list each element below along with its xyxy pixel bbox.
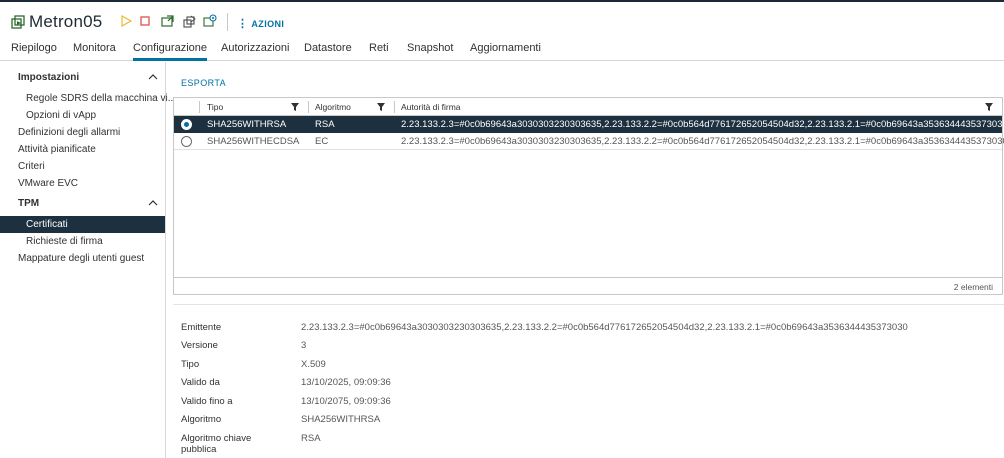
sidebar-item-opzioni-vapp[interactable]: Opzioni di vApp bbox=[26, 110, 96, 121]
sidebar-item-attivita-pianificate[interactable]: Attività pianificate bbox=[18, 144, 96, 155]
row-radio-button[interactable] bbox=[181, 136, 192, 147]
tab-riepilogo[interactable]: Riepilogo bbox=[11, 42, 57, 61]
grid-footer: 2 elementi bbox=[174, 277, 1002, 294]
tab-reti[interactable]: Reti bbox=[369, 42, 389, 61]
cell-autorita: 2.23.133.2.3=#0c0b69643a3030303230303635… bbox=[401, 119, 1004, 130]
sidebar-item-vmware-evc[interactable]: VMware EVC bbox=[18, 178, 78, 189]
vm-title: Metron05 bbox=[29, 12, 103, 31]
migrate-button[interactable] bbox=[182, 14, 196, 28]
detail-label-versione: Versione bbox=[181, 340, 218, 351]
tab-monitora[interactable]: Monitora bbox=[73, 42, 116, 61]
sidebar-selection-highlight bbox=[0, 216, 165, 233]
chevron-up-icon[interactable] bbox=[148, 73, 158, 81]
filter-icon[interactable] bbox=[985, 103, 993, 111]
settings-sidebar: Impostazioni Regole SDRS della macchina … bbox=[0, 62, 176, 458]
detail-value-algoritmo-chiave: RSA bbox=[301, 433, 321, 444]
more-vertical-icon: ⋮ bbox=[237, 18, 249, 30]
cell-algoritmo: RSA bbox=[315, 119, 335, 130]
cell-tipo: SHA256WITHRSA bbox=[207, 119, 287, 130]
grid-header: Tipo Algoritmo Autorità di firma bbox=[174, 98, 1002, 116]
table-row[interactable]: SHA256WITHRSA RSA 2.23.133.2.3=#0c0b6964… bbox=[174, 116, 1004, 133]
filter-icon[interactable] bbox=[377, 103, 385, 111]
filter-icon[interactable] bbox=[291, 103, 299, 111]
column-divider bbox=[394, 101, 395, 113]
actions-menu-button[interactable]: ⋮ AZIONI bbox=[237, 17, 284, 30]
detail-label-algoritmo-chiave: Algoritmo chiave pubblica bbox=[181, 433, 252, 455]
item-count: 2 elementi bbox=[953, 282, 993, 292]
column-divider bbox=[199, 101, 200, 113]
column-header-tipo[interactable]: Tipo bbox=[207, 102, 223, 112]
tab-bar: Riepilogo Monitora Configurazione Autori… bbox=[0, 40, 1004, 61]
toolbar-separator bbox=[227, 13, 228, 31]
cell-tipo: SHA256WITHECDSA bbox=[207, 136, 300, 147]
sidebar-group-tpm[interactable]: TPM bbox=[18, 198, 39, 209]
stop-icon bbox=[140, 16, 150, 26]
row-radio-button[interactable] bbox=[181, 119, 192, 130]
column-header-algoritmo[interactable]: Algoritmo bbox=[315, 102, 351, 112]
detail-label-tipo: Tipo bbox=[181, 359, 200, 370]
certificates-grid: Tipo Algoritmo Autorità di firma SHA256W… bbox=[173, 97, 1004, 295]
table-row[interactable]: SHA256WITHECDSA EC 2.23.133.2.3=#0c0b696… bbox=[174, 133, 1004, 150]
object-header: Metron05 ⋮ AZIONI bbox=[0, 2, 1004, 38]
tab-aggiornamenti[interactable]: Aggiornamenti bbox=[470, 42, 541, 61]
tab-autorizzazioni[interactable]: Autorizzazioni bbox=[221, 42, 289, 61]
sidebar-item-regole-sdrs[interactable]: Regole SDRS della macchina vi... bbox=[26, 93, 176, 104]
tab-snapshot[interactable]: Snapshot bbox=[407, 42, 453, 61]
detail-value-emittente: 2.23.133.2.3=#0c0b69643a3030303230303635… bbox=[301, 322, 908, 333]
detail-value-valido-da: 13/10/2025, 09:09:36 bbox=[301, 377, 391, 388]
detail-label-valido-da: Valido da bbox=[181, 377, 220, 388]
sidebar-group-impostazioni[interactable]: Impostazioni bbox=[18, 72, 79, 83]
sidebar-item-certificati[interactable]: Certificati bbox=[26, 219, 68, 230]
power-on-button[interactable] bbox=[119, 14, 133, 28]
cell-algoritmo: EC bbox=[315, 136, 329, 147]
column-header-autorita-firma[interactable]: Autorità di firma bbox=[401, 102, 461, 112]
detail-value-versione: 3 bbox=[301, 340, 307, 351]
sidebar-item-criteri[interactable]: Criteri bbox=[18, 161, 45, 172]
detail-value-algoritmo: SHA256WITHRSA bbox=[301, 414, 381, 425]
tab-configurazione[interactable]: Configurazione bbox=[133, 42, 207, 61]
migrate-icon bbox=[182, 15, 196, 28]
detail-value-tipo: X.509 bbox=[301, 359, 326, 370]
column-divider bbox=[308, 101, 309, 113]
launch-console-icon bbox=[160, 14, 174, 27]
snapshot-settings-icon bbox=[203, 14, 217, 27]
detail-value-valido-fino-a: 13/10/2075, 09:09:36 bbox=[301, 396, 391, 407]
launch-console-button[interactable] bbox=[160, 14, 174, 28]
detail-label-emittente: Emittente bbox=[181, 322, 222, 333]
export-button[interactable]: ESPORTA bbox=[181, 78, 226, 88]
details-divider bbox=[173, 304, 1004, 305]
sidebar-item-definizioni-allarmi[interactable]: Definizioni degli allarmi bbox=[18, 127, 120, 138]
sidebar-item-richieste-firma[interactable]: Richieste di firma bbox=[26, 236, 103, 247]
power-off-button[interactable] bbox=[138, 14, 152, 28]
play-icon bbox=[121, 15, 132, 27]
chevron-up-icon[interactable] bbox=[148, 199, 158, 207]
vm-icon bbox=[11, 15, 25, 29]
snapshot-settings-button[interactable] bbox=[203, 14, 217, 28]
sidebar-item-mappature-utenti-guest[interactable]: Mappature degli utenti guest bbox=[18, 253, 144, 264]
cell-autorita: 2.23.133.2.3=#0c0b69643a3030303230303635… bbox=[401, 136, 1004, 147]
detail-label-valido-fino-a: Valido fino a bbox=[181, 396, 233, 407]
tab-datastore[interactable]: Datastore bbox=[304, 42, 352, 61]
detail-label-algoritmo: Algoritmo bbox=[181, 414, 222, 425]
